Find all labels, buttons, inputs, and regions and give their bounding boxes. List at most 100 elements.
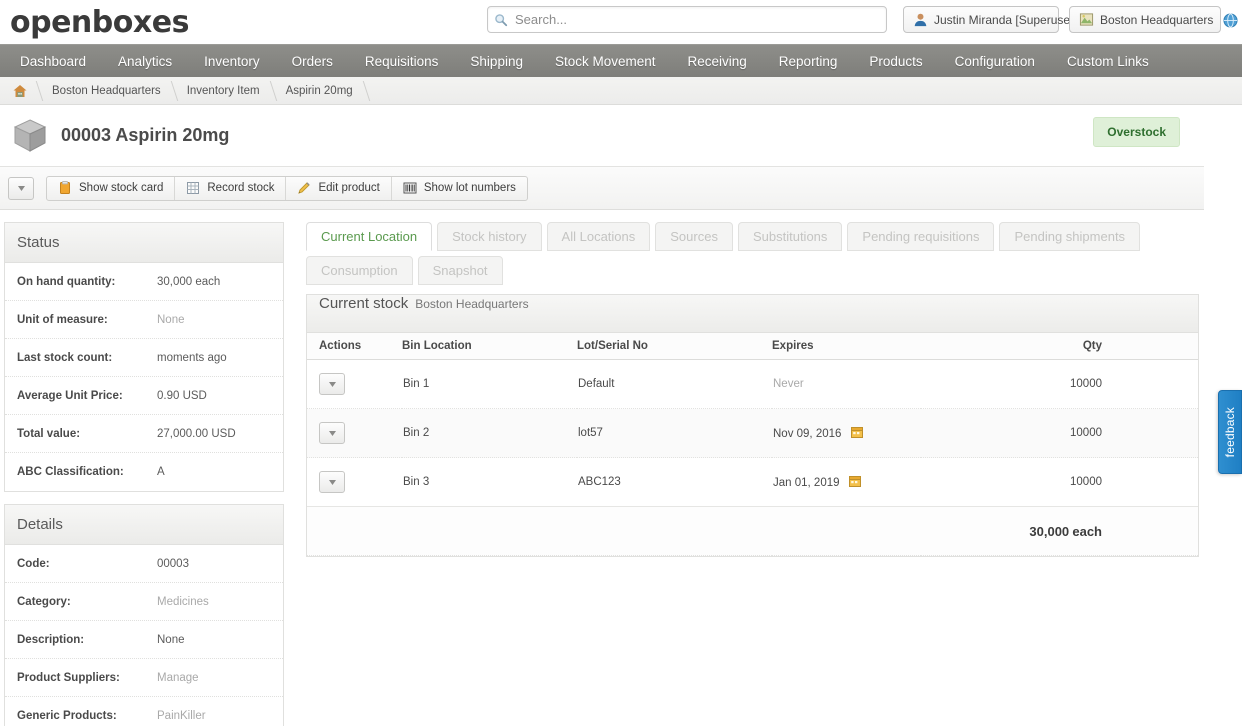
user-avatar-icon <box>914 13 927 27</box>
search-box[interactable] <box>487 6 887 33</box>
row-key: Description: <box>17 633 85 646</box>
nav-item-custom-links[interactable]: Custom Links <box>1051 45 1165 77</box>
tab-stock-history[interactable]: Stock history <box>437 222 542 251</box>
current-stock-subtitle: Boston Headquarters <box>415 297 529 311</box>
details-row-category: Category: Medicines <box>5 583 283 621</box>
row-key: ABC Classification: <box>17 466 124 478</box>
nav-item-orders[interactable]: Orders <box>276 45 349 77</box>
cell-expires: Never <box>772 359 922 409</box>
tab-pending-requisitions[interactable]: Pending requisitions <box>847 222 995 251</box>
show-lot-numbers-label: Show lot numbers <box>423 182 516 194</box>
breadcrumb-item-product[interactable]: Aspirin 20mg <box>276 77 369 105</box>
column-header-qty: Qty <box>921 333 1198 360</box>
record-stock-button[interactable]: Record stock <box>175 176 287 200</box>
details-row-product-suppliers: Product Suppliers: Manage <box>5 659 283 697</box>
current-stock-card: Current stock Boston Headquarters Action… <box>306 294 1199 557</box>
top-bar: openboxes Justin Miranda [Superuser] Bos… <box>0 0 1242 44</box>
column-header-bin-location: Bin Location <box>402 333 577 360</box>
total-spacer <box>402 506 577 556</box>
nav-item-configuration[interactable]: Configuration <box>939 45 1051 77</box>
total-qty-unit: each <box>1072 523 1102 539</box>
nav-item-dashboard[interactable]: Dashboard <box>4 45 102 77</box>
nav-item-products[interactable]: Products <box>853 45 938 77</box>
toolbar-button-group: Show stock card Record stock Edit produc… <box>46 175 528 201</box>
tab-snapshot[interactable]: Snapshot <box>417 256 503 285</box>
nav-item-receiving[interactable]: Receiving <box>672 45 763 77</box>
row-key: Code: <box>17 557 50 570</box>
help-globe-icon[interactable] <box>1223 13 1238 28</box>
details-row-generic-products: Generic Products: PainKiller <box>5 697 283 726</box>
cell-lot-serial: ABC123 <box>577 457 772 507</box>
chevron-down-icon <box>17 185 25 191</box>
toolbar-dropdown-button[interactable] <box>8 176 34 200</box>
tab-sources[interactable]: Sources <box>655 222 733 251</box>
tab-substitutions[interactable]: Substitutions <box>737 222 843 251</box>
location-menu-button[interactable]: Boston Headquarters <box>1069 6 1221 33</box>
status-row-abc-classification: ABC Classification: A <box>5 453 283 491</box>
cell-lot-serial: Default <box>577 359 772 409</box>
pencil-icon <box>298 182 311 194</box>
main-navigation: Dashboard Analytics Inventory Orders Req… <box>0 44 1242 77</box>
breadcrumb-item-inventory-item[interactable]: Inventory Item <box>177 77 276 105</box>
nav-item-analytics[interactable]: Analytics <box>102 45 188 77</box>
calendar-icon[interactable] <box>850 426 863 438</box>
user-menu-button[interactable]: Justin Miranda [Superuser] <box>903 6 1077 33</box>
row-actions-cell <box>307 359 402 409</box>
total-qty-cell: 30,000 each <box>921 506 1198 556</box>
total-spacer <box>307 506 402 556</box>
tab-current-location[interactable]: Current Location <box>306 222 433 251</box>
show-stock-card-button[interactable]: Show stock card <box>47 176 176 200</box>
cell-bin-location: Bin 2 <box>402 408 577 458</box>
row-value-link[interactable]: PainKiller <box>157 710 206 722</box>
current-stock-header: Current stock Boston Headquarters <box>307 295 1198 333</box>
nav-item-inventory[interactable]: Inventory <box>188 45 276 77</box>
brand-logo[interactable]: openboxes <box>10 5 189 40</box>
edit-product-label: Edit product <box>318 182 380 194</box>
row-key: Product Suppliers: <box>17 671 120 684</box>
page-title: 00003 Aspirin 20mg <box>61 125 230 145</box>
row-actions-dropdown-button[interactable] <box>319 373 345 395</box>
search-icon <box>495 13 508 26</box>
column-header-expires: Expires <box>772 333 922 360</box>
row-value: 30,000 each <box>157 275 221 288</box>
edit-product-button[interactable]: Edit product <box>286 176 392 200</box>
row-actions-dropdown-button[interactable] <box>319 422 345 444</box>
breadcrumb-item-home[interactable] <box>8 77 42 105</box>
nav-item-requisitions[interactable]: Requisitions <box>349 45 455 77</box>
table-row: Bin 3 ABC123 Jan 01, 2019 10000 <box>307 457 1198 507</box>
calendar-icon[interactable] <box>848 475 861 487</box>
tab-all-locations[interactable]: All Locations <box>546 222 651 251</box>
show-lot-numbers-button[interactable]: Show lot numbers <box>392 177 527 200</box>
row-value-link[interactable]: Manage <box>157 672 199 684</box>
row-key: Unit of measure: <box>17 313 108 326</box>
nav-item-stock-movement[interactable]: Stock Movement <box>539 45 672 77</box>
table-row: Bin 2 lot57 Nov 09, 2016 10000 <box>307 408 1198 458</box>
cell-bin-location: Bin 1 <box>402 359 577 409</box>
tab-pending-shipments[interactable]: Pending shipments <box>999 222 1141 251</box>
details-panel-title: Details <box>5 505 283 545</box>
nav-item-shipping[interactable]: Shipping <box>454 45 539 77</box>
row-key: Generic Products: <box>17 710 117 722</box>
product-box-icon <box>13 118 47 152</box>
clipboard-icon <box>60 181 70 194</box>
search-input[interactable] <box>513 11 880 28</box>
row-key: Total value: <box>17 427 81 440</box>
row-actions-cell <box>307 408 402 458</box>
total-spacer <box>772 506 922 556</box>
row-actions-dropdown-button[interactable] <box>319 471 345 493</box>
breadcrumb: Boston Headquarters Inventory Item Aspir… <box>0 77 1242 105</box>
status-row-last-stock-count: Last stock count: moments ago <box>5 339 283 377</box>
details-row-description: Description: None <box>5 621 283 659</box>
tab-consumption[interactable]: Consumption <box>306 256 413 285</box>
cell-qty: 10000 <box>921 457 1198 507</box>
breadcrumb-item-location[interactable]: Boston Headquarters <box>42 77 177 105</box>
feedback-tab[interactable]: feedback <box>1218 390 1242 474</box>
nav-item-reporting[interactable]: Reporting <box>763 45 854 77</box>
current-stock-table: Actions Bin Location Lot/Serial No Expir… <box>307 333 1198 556</box>
chevron-down-icon <box>328 381 336 387</box>
row-key: Last stock count: <box>17 351 113 364</box>
status-row-total-value: Total value: 27,000.00 USD <box>5 415 283 453</box>
expires-text: Never <box>773 378 804 390</box>
details-row-code: Code: 00003 <box>5 545 283 583</box>
row-value: moments ago <box>157 351 227 364</box>
